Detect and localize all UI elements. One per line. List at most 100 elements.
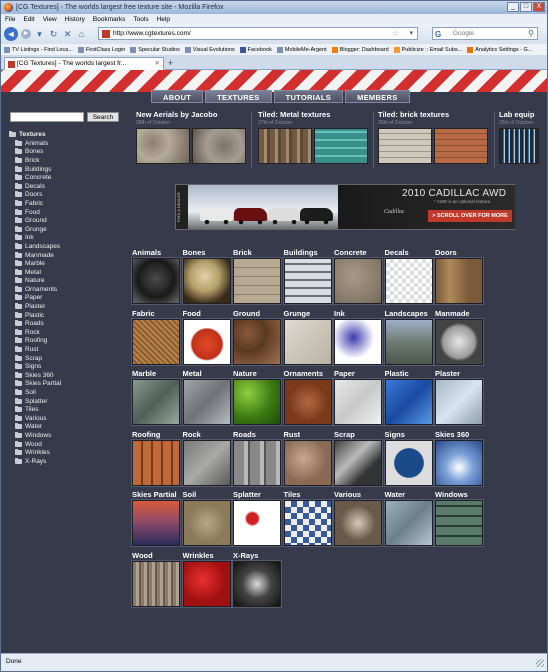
category-tile[interactable]: Signs (384, 430, 433, 486)
category-thumbnail[interactable] (233, 560, 281, 607)
minimize-button[interactable]: _ (507, 2, 519, 12)
category-label[interactable]: Fabric (132, 309, 180, 319)
category-tile[interactable]: Wrinkles (182, 551, 231, 607)
stop-icon[interactable]: ✕ (62, 29, 73, 40)
tree-item[interactable]: Roofing (9, 337, 61, 346)
category-thumbnail[interactable] (233, 439, 281, 486)
featured-title[interactable]: Tiled: Metal textures (258, 110, 376, 119)
category-tile[interactable]: Marble (132, 369, 180, 425)
category-thumbnail[interactable] (334, 439, 382, 486)
menu-tutorials[interactable]: TUTORIALS (273, 90, 344, 103)
tree-item[interactable]: Splatter (9, 397, 61, 406)
category-tile[interactable]: Various (334, 490, 382, 546)
category-thumbnail[interactable] (384, 439, 433, 486)
category-label[interactable]: Bones (183, 248, 231, 258)
bookmark-item[interactable]: FirstClass Login (77, 46, 125, 53)
featured-thumb[interactable] (499, 128, 539, 164)
category-tile[interactable]: Soil (182, 490, 231, 546)
history-dropdown-icon[interactable]: ▾ (34, 29, 45, 40)
category-label[interactable]: X-Rays (233, 551, 281, 561)
category-tile[interactable]: Ground (233, 309, 281, 365)
featured-item[interactable]: Lab equip 25th of October (499, 110, 547, 164)
featured-thumb[interactable] (378, 128, 432, 164)
tree-item[interactable]: Signs (9, 362, 61, 371)
close-button[interactable]: X (533, 2, 545, 12)
category-label[interactable]: Doors (435, 248, 483, 258)
featured-title[interactable]: Tiled: brick textures (378, 110, 496, 119)
tree-item[interactable]: Skies Partial (9, 380, 61, 389)
bookmark-item[interactable]: Visual Evolutions (184, 46, 235, 53)
url-bar[interactable]: http://www.cgtextures.com/ ☆ ▾ (98, 27, 418, 40)
category-thumbnail[interactable] (182, 560, 231, 607)
category-tile[interactable]: X-Rays (233, 551, 281, 607)
tree-item[interactable]: Water (9, 423, 61, 432)
tree-item[interactable]: Rust (9, 345, 61, 354)
category-label[interactable]: Nature (233, 369, 281, 379)
category-tile[interactable]: Bones (182, 248, 231, 304)
cadillac-ad[interactable]: FIND A DEALER 2010 CADILLAC AWD * AWD is… (175, 184, 515, 230)
category-thumbnail[interactable] (132, 500, 180, 546)
tree-item[interactable]: Wrinkles (9, 448, 61, 457)
category-tile[interactable]: Ornaments (283, 369, 332, 425)
search-icon[interactable]: ⚲ (528, 28, 534, 40)
category-tile[interactable]: Splatter (233, 490, 281, 546)
category-thumbnail[interactable] (435, 379, 483, 425)
menu-history[interactable]: History (65, 16, 85, 23)
featured-thumb[interactable] (136, 128, 190, 164)
category-label[interactable]: Windows (435, 490, 483, 500)
category-tile[interactable]: Brick (233, 248, 281, 304)
tree-root[interactable]: Textures (9, 130, 61, 139)
new-tab-icon[interactable]: + (168, 58, 173, 68)
category-thumbnail[interactable] (233, 318, 281, 365)
category-thumbnail[interactable] (233, 500, 281, 546)
category-tile[interactable]: Food (182, 309, 231, 365)
tree-item[interactable]: Animals (9, 139, 61, 148)
tree-item[interactable]: Ink (9, 234, 61, 243)
maximize-button[interactable]: □ (520, 2, 532, 12)
tree-item[interactable]: Rock (9, 328, 61, 337)
category-thumbnail[interactable] (233, 258, 281, 304)
tree-item[interactable]: Manmade (9, 251, 61, 260)
category-tile[interactable]: Wood (132, 551, 180, 607)
menu-edit[interactable]: Edit (23, 16, 34, 23)
tree-item[interactable]: Tiles (9, 405, 61, 414)
bookmark-item[interactable]: Blogger: Dashboard (331, 46, 389, 53)
category-label[interactable]: Buildings (284, 248, 332, 258)
category-tile[interactable]: Doors (435, 248, 483, 304)
forward-icon[interactable]: ► (21, 29, 31, 39)
category-thumbnail[interactable] (334, 500, 382, 546)
tree-item[interactable]: Windows (9, 431, 61, 440)
category-label[interactable]: Landscapes (385, 309, 433, 319)
featured-thumb[interactable] (434, 128, 488, 164)
category-label[interactable]: Marble (132, 369, 180, 379)
category-tile[interactable]: Decals (384, 248, 433, 304)
category-thumbnail[interactable] (283, 318, 332, 365)
tree-item[interactable]: Landscapes (9, 242, 61, 251)
category-tile[interactable]: Ink (334, 309, 382, 365)
category-tile[interactable]: Plaster (435, 369, 483, 425)
bookmark-star-icon[interactable]: ☆ (392, 28, 399, 40)
category-tile[interactable]: Roads (233, 430, 281, 486)
featured-item[interactable]: Tiled: Metal textures 27th of October (258, 110, 376, 164)
tree-item[interactable]: Ground (9, 216, 61, 225)
category-tile[interactable]: Water (384, 490, 433, 546)
reload-icon[interactable]: ↻ (48, 29, 59, 40)
menu-view[interactable]: View (43, 16, 57, 23)
featured-title[interactable]: New Aerials by Jacobo (136, 110, 254, 119)
category-label[interactable]: Animals (132, 248, 180, 258)
category-tile[interactable]: Rock (182, 430, 231, 486)
category-thumbnail[interactable] (435, 258, 483, 304)
category-thumbnail[interactable] (132, 318, 180, 365)
category-label[interactable]: Grunge (284, 309, 332, 319)
category-thumbnail[interactable] (384, 258, 433, 304)
category-thumbnail[interactable] (182, 500, 231, 546)
category-thumbnail[interactable] (283, 439, 332, 486)
featured-item[interactable]: New Aerials by Jacobo 28th of October (136, 110, 254, 164)
category-thumbnail[interactable] (182, 258, 231, 304)
url-dropdown-icon[interactable]: ▾ (409, 28, 413, 40)
category-tile[interactable]: Concrete (334, 248, 382, 304)
menu-help[interactable]: Help (157, 16, 170, 23)
tree-item[interactable]: Marble (9, 259, 61, 268)
tree-item[interactable]: Fabric (9, 199, 61, 208)
category-tile[interactable]: Tiles (283, 490, 332, 546)
